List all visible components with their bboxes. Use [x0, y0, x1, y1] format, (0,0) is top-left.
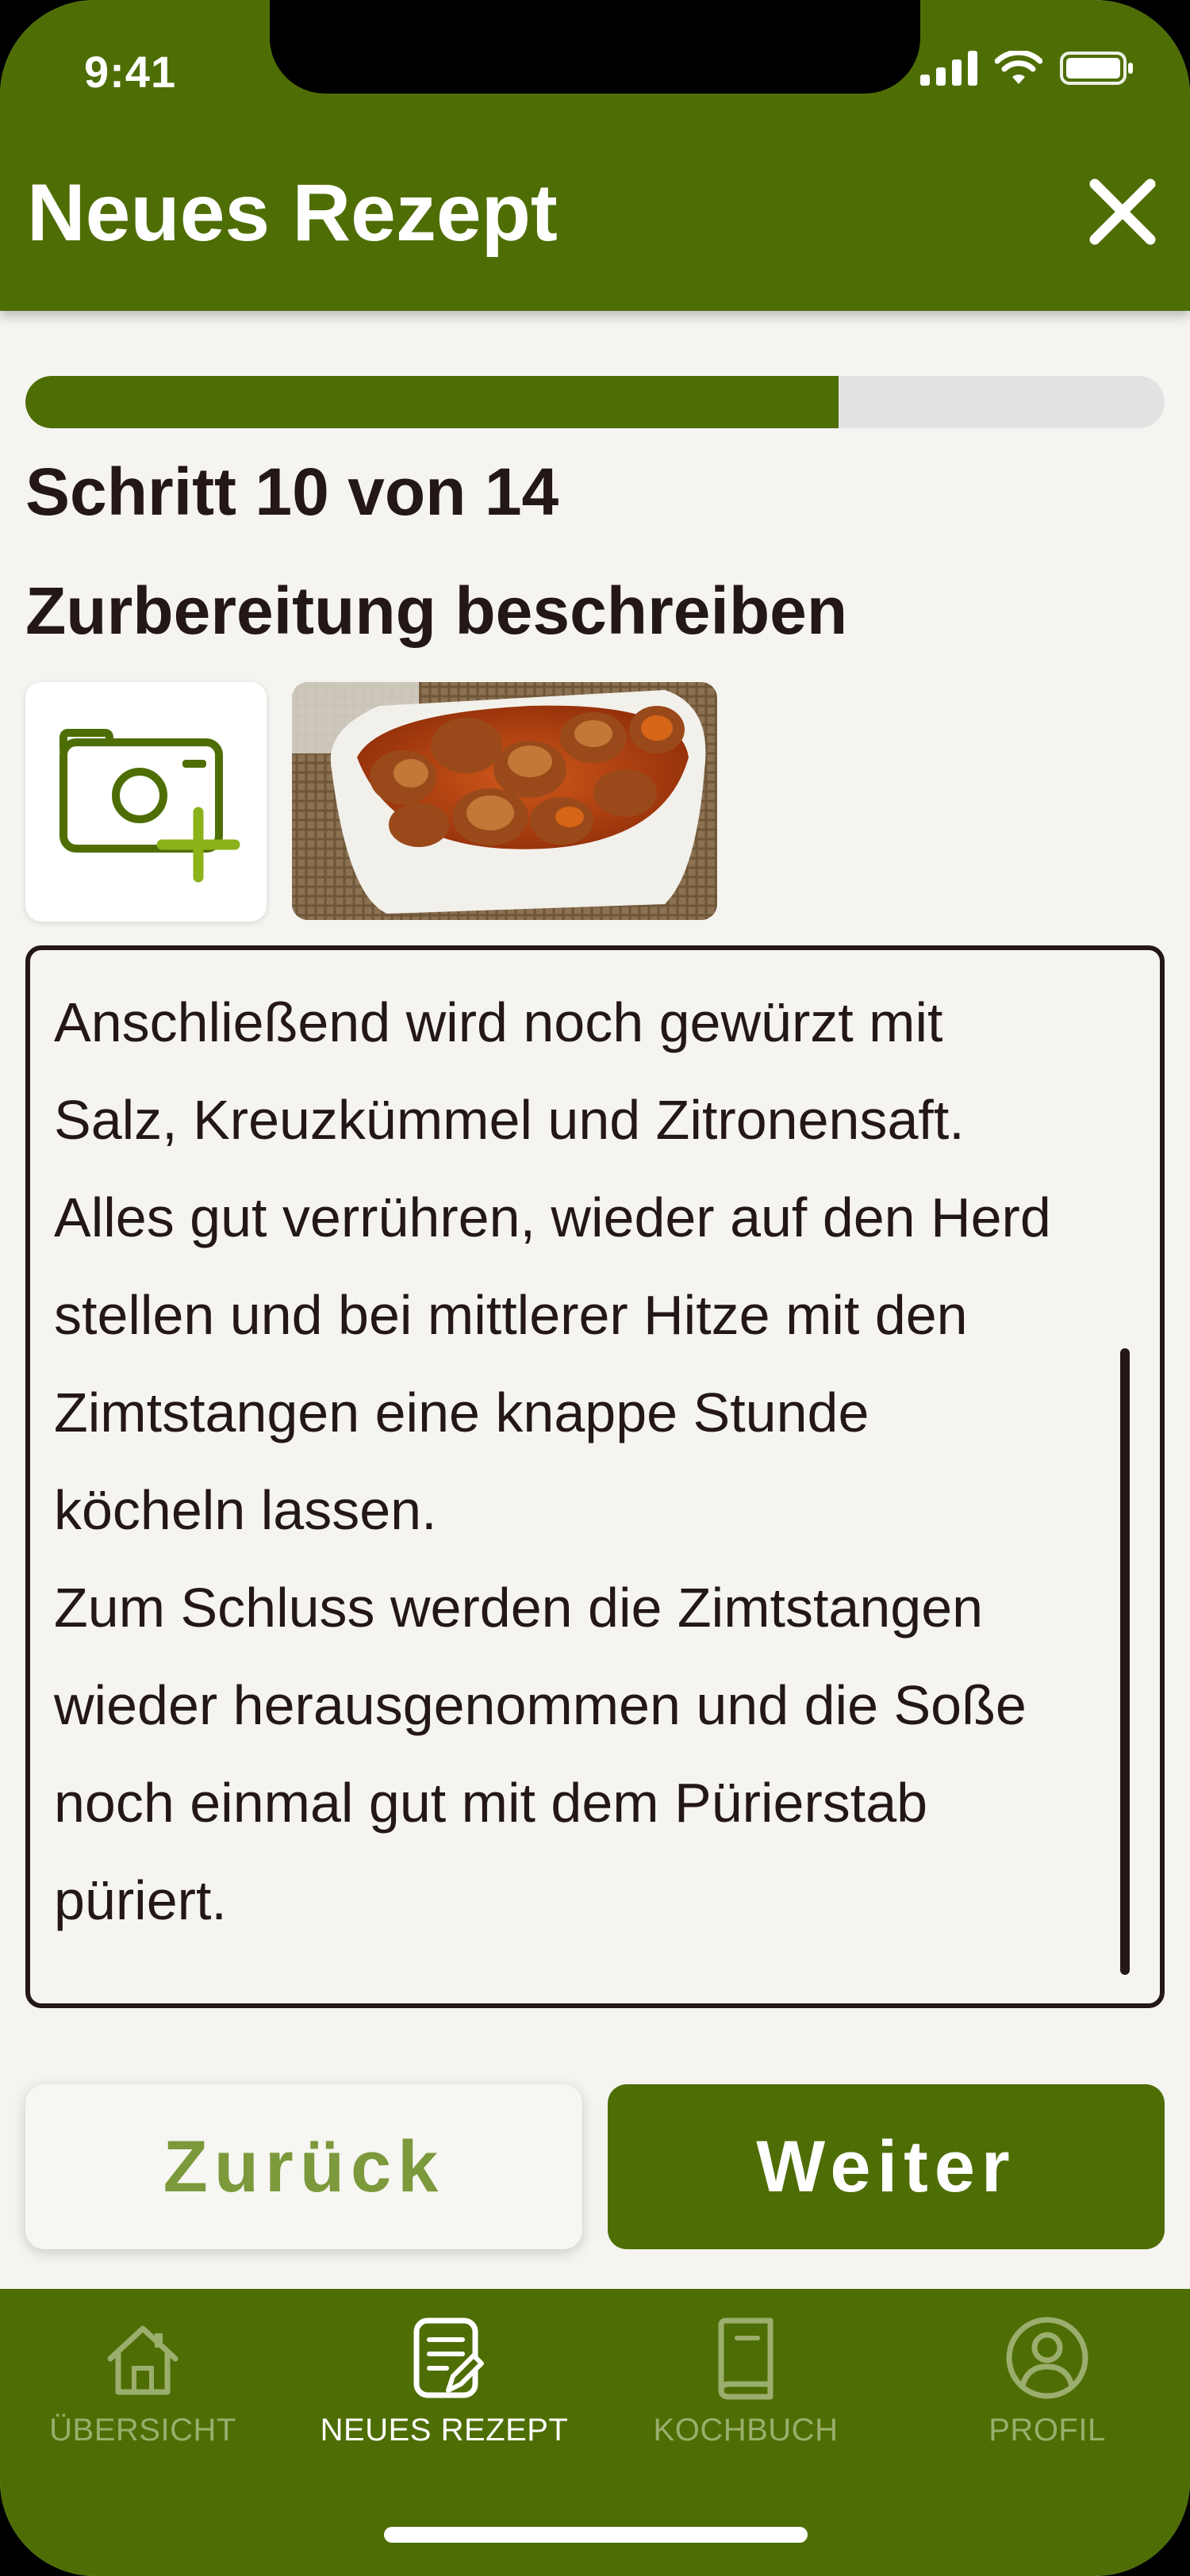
nav-label-new-recipe: NEUES REZEPT	[320, 2413, 569, 2448]
scrollbar[interactable]	[1120, 1348, 1130, 1975]
nav-label-overview: ÜBERSICHT	[49, 2413, 236, 2448]
progress-bar	[25, 376, 1165, 428]
add-photo-icon	[60, 729, 240, 883]
page-title: Neues Rezept	[27, 167, 558, 258]
header: 9:41 Neues Rezept	[0, 0, 1190, 311]
nav-label-profile: PROFIL	[988, 2413, 1106, 2448]
section-title: Zurbereitung beschreiben	[25, 573, 848, 648]
battery-icon	[1060, 52, 1133, 85]
nav-item-cookbook[interactable]: KOCHBUCH	[595, 2314, 896, 2448]
book-icon	[718, 2317, 774, 2400]
wifi-icon	[995, 51, 1042, 84]
food-image	[292, 682, 717, 920]
signal-icon	[920, 51, 977, 86]
close-icon[interactable]	[1087, 176, 1158, 247]
next-button[interactable]: Weiter	[608, 2084, 1165, 2249]
currywurst-photo[interactable]	[292, 682, 717, 920]
step-label: Schritt 10 von 14	[25, 454, 559, 529]
nav-item-new-recipe[interactable]: NEUES REZEPT	[294, 2314, 595, 2448]
nav-label-cookbook: KOCHBUCH	[653, 2413, 839, 2448]
status-time: 9:41	[84, 47, 177, 97]
house-icon	[107, 2325, 178, 2395]
nav-item-overview[interactable]: ÜBERSICHT	[0, 2314, 294, 2448]
description-textarea[interactable]: Anschließend wird noch gewürzt mit Salz,…	[25, 945, 1165, 2008]
back-button[interactable]: Zurück	[25, 2084, 582, 2249]
new-recipe-icon	[413, 2317, 484, 2398]
user-icon	[1006, 2317, 1088, 2399]
app-screen: 9:41 Neues Rezept Schritt 10 von 14 Zurb…	[0, 0, 1190, 2576]
description-text: Anschließend wird noch gewürzt mit Salz,…	[54, 991, 1051, 1931]
home-indicator	[384, 2527, 808, 2543]
nav-item-profile[interactable]: PROFIL	[896, 2314, 1190, 2448]
add-photo-button[interactable]	[25, 682, 267, 922]
device-notch	[270, 0, 920, 94]
progress-fill	[25, 376, 839, 428]
status-icons	[920, 51, 1134, 86]
